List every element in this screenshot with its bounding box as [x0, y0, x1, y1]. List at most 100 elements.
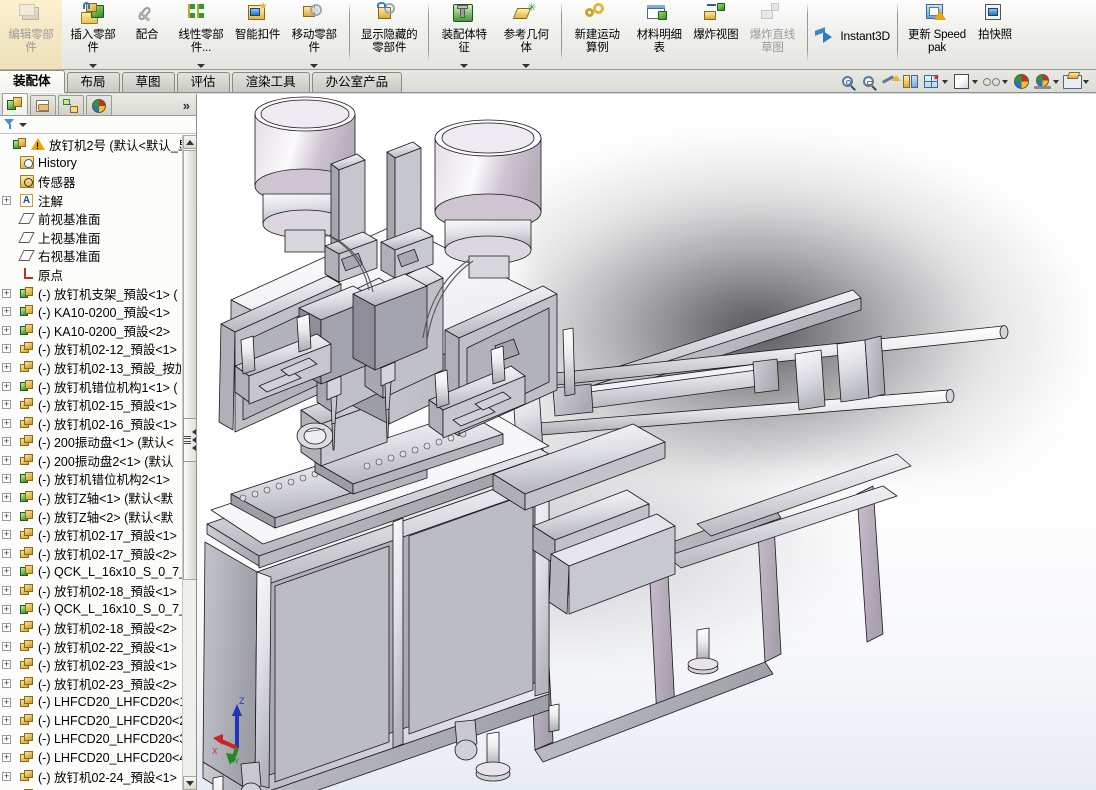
expand-toggle[interactable]: + [2, 567, 11, 576]
tree-item[interactable]: +(-) LHFCD20_LHFCD20<3 [0, 730, 182, 749]
exploded-view-button[interactable]: 爆炸视图 [690, 0, 741, 70]
expand-toggle[interactable]: + [2, 586, 11, 595]
chevron-down-icon[interactable] [522, 64, 530, 68]
reference-geometry-button[interactable]: ✳ 参考几何体 [495, 0, 557, 70]
expand-toggle[interactable]: + [2, 363, 11, 372]
chevron-down-icon[interactable] [310, 64, 318, 68]
feature-tree[interactable]: 放钉机2号 (默认<默认_显History传感器+A注解前视基准面上视基准面右视… [0, 134, 196, 790]
expand-toggle[interactable]: + [2, 344, 11, 353]
tab-render-tools[interactable]: 渲染工具 [232, 72, 310, 92]
chevron-down-icon[interactable] [19, 123, 27, 127]
tab-evaluate[interactable]: 评估 [177, 72, 230, 92]
tree-item[interactable]: +(-) 200振动盘<1> (默认< [0, 433, 182, 452]
zoom-to-fit-button[interactable] [837, 71, 858, 92]
panel-more-tabs-button[interactable]: » [183, 98, 190, 113]
update-speedpak-button[interactable]: 更新 Speedpak [902, 0, 972, 70]
property-manager-tab[interactable] [30, 95, 56, 115]
appearances-button[interactable] [1011, 71, 1032, 92]
hide-show-items-button[interactable] [981, 71, 1002, 92]
tree-item[interactable]: +(-) 放钉机错位机构1<1> ( [0, 377, 182, 396]
smart-fasteners-button[interactable]: ★ 智能扣件 [232, 0, 283, 70]
zoom-to-area-button[interactable] [858, 71, 879, 92]
edit-component-button[interactable]: 编辑零部件 [0, 0, 62, 70]
expand-toggle[interactable]: + [2, 382, 11, 391]
tab-sketch[interactable]: 草图 [122, 72, 175, 92]
tree-item[interactable]: +(-) 放钉机02-22_預設<1> [0, 637, 182, 656]
scroll-up-button[interactable] [183, 135, 196, 149]
expand-toggle[interactable]: + [2, 400, 11, 409]
tree-item[interactable]: +(-) 放钉机02-15_預設<1> [0, 395, 182, 414]
tree-item[interactable]: +A注解 [0, 191, 182, 210]
expand-toggle[interactable]: + [2, 660, 11, 669]
tree-item[interactable]: 前视基准面 [0, 209, 182, 228]
expand-toggle[interactable]: + [2, 716, 11, 725]
view-orientation-button[interactable]: ★ [921, 71, 942, 92]
tree-filter-bar[interactable] [0, 116, 196, 134]
tree-item[interactable]: +(-) 放钉机02-13_預設_按加 [0, 358, 182, 377]
expand-toggle[interactable]: + [2, 753, 11, 762]
feature-manager-tab[interactable] [2, 93, 28, 115]
section-view-button[interactable] [900, 71, 921, 92]
feature-tree-scrollbar[interactable] [182, 135, 196, 790]
new-motion-study-button[interactable]: 新建运动算例 [566, 0, 628, 70]
tree-root-item[interactable]: 放钉机2号 (默认<默认_显 [0, 135, 182, 154]
tree-item[interactable]: +(-) 放钉机02-18_預設<2> [0, 618, 182, 637]
chevron-down-icon[interactable] [942, 80, 948, 84]
bill-of-materials-button[interactable]: 材料明细表 [628, 0, 690, 70]
tree-item[interactable]: +(-) 放钉机02-17_預設<2> [0, 544, 182, 563]
tree-item[interactable]: +(-) LHFCD20_LHFCD20<2 [0, 711, 182, 730]
expand-toggle[interactable]: + [2, 307, 11, 316]
chevron-down-icon[interactable] [1083, 80, 1089, 84]
tree-item[interactable]: +(-) 放钉机02-23_預設<1> [0, 656, 182, 675]
chevron-down-icon[interactable] [1053, 80, 1059, 84]
display-manager-tab[interactable] [86, 95, 112, 115]
explode-line-sketch-button[interactable]: 爆炸直线草图 [741, 0, 803, 70]
mate-button[interactable]: 配合 [124, 0, 170, 70]
scene-button[interactable] [1032, 71, 1053, 92]
expand-toggle[interactable]: + [2, 623, 11, 632]
graphics-viewport[interactable]: Z X Y [197, 94, 1096, 790]
tree-item[interactable]: +(-) 放钉机02-24_預設<1> [0, 767, 182, 786]
tab-layout[interactable]: 布局 [67, 72, 120, 92]
tree-item[interactable]: +(-) 放钉机02-23_預設<2> [0, 674, 182, 693]
expand-toggle[interactable]: + [2, 512, 11, 521]
expand-toggle[interactable]: + [2, 679, 11, 688]
expand-toggle[interactable]: + [2, 289, 11, 298]
tree-item[interactable]: 上视基准面 [0, 228, 182, 247]
tree-item[interactable]: +(-) 放钉机02-12_預設<1> [0, 340, 182, 359]
move-component-button[interactable]: 移动零部件 [283, 0, 345, 70]
display-style-button[interactable] [951, 71, 972, 92]
chevron-down-icon[interactable] [460, 64, 468, 68]
assembly-features-button[interactable]: 装配体特征 [433, 0, 495, 70]
tab-assembly[interactable]: 装配体 [0, 70, 65, 93]
tree-item[interactable]: +(-) 放钉机02-17_預設<1> [0, 525, 182, 544]
expand-toggle[interactable]: + [2, 735, 11, 744]
expand-toggle[interactable]: + [2, 772, 11, 781]
previous-view-button[interactable] [879, 71, 900, 92]
tree-item[interactable]: +(-) 200振动盘2<1> (默认 [0, 451, 182, 470]
insert-component-button[interactable]: 插入零部件 [62, 0, 124, 70]
expand-toggle[interactable]: + [2, 530, 11, 539]
expand-toggle[interactable]: + [2, 437, 11, 446]
tree-item[interactable]: +(-) 放钉机支架_預設<1> ( [0, 284, 182, 303]
tree-item[interactable]: +(-) 放钉Z轴<2> (默认<默 [0, 507, 182, 526]
tree-item[interactable]: +(-) KA10-0200_預設<1> [0, 302, 182, 321]
scrollbar-thumb[interactable] [183, 150, 196, 580]
expand-toggle[interactable]: + [2, 326, 11, 335]
tree-item[interactable]: +(-) 放钉Z轴<1> (默认<默 [0, 488, 182, 507]
chevron-down-icon[interactable] [972, 80, 978, 84]
tree-item[interactable]: +(-) LHFCD20_LHFCD20<1 [0, 693, 182, 712]
expand-toggle[interactable]: + [2, 605, 11, 614]
expand-toggle[interactable]: + [2, 419, 11, 428]
tree-item[interactable]: +(-) 放钉机错位机构2<1> [0, 470, 182, 489]
tree-item[interactable]: 右视基准面 [0, 247, 182, 266]
scroll-down-button[interactable] [183, 776, 196, 790]
expand-toggle[interactable]: + [2, 698, 11, 707]
view-settings-button[interactable] [1062, 71, 1083, 92]
expand-toggle[interactable]: + [2, 456, 11, 465]
expand-toggle[interactable]: + [2, 474, 11, 483]
take-snapshot-button[interactable]: 拍快照 [972, 0, 1018, 70]
expand-toggle[interactable]: + [2, 642, 11, 651]
panel-splitter-handle[interactable] [183, 418, 197, 462]
tree-item[interactable]: +(-) QCK_L_16x10_S_0_7_ [0, 600, 182, 619]
